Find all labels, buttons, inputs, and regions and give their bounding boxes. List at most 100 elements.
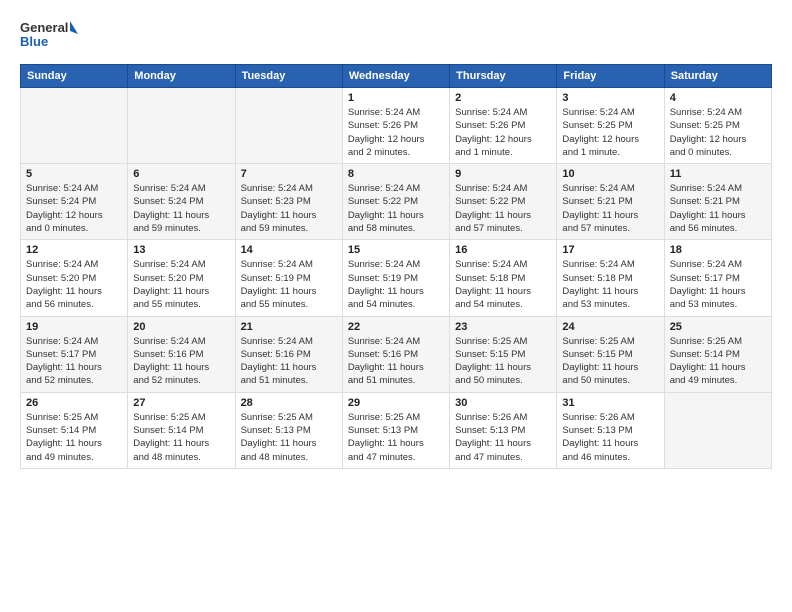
calendar-cell: 29 Sunrise: 5:25 AM Sunset: 5:13 PM Dayli… — [342, 392, 449, 468]
day-number: 13 — [133, 244, 229, 256]
day-info: Sunrise: 5:24 AM Sunset: 5:23 PM Dayligh… — [241, 182, 337, 235]
day-info: Sunrise: 5:25 AM Sunset: 5:14 PM Dayligh… — [670, 335, 766, 388]
calendar-cell: 3 Sunrise: 5:24 AM Sunset: 5:25 PM Daylig… — [557, 88, 664, 164]
day-info: Sunrise: 5:24 AM Sunset: 5:20 PM Dayligh… — [133, 258, 229, 311]
day-number: 21 — [241, 321, 337, 333]
calendar-cell: 26Sunrise: 5:25 AM Sunset: 5:14 PM Dayli… — [21, 392, 128, 468]
day-number: 15 — [348, 244, 444, 256]
day-info: Sunrise: 5:26 AM Sunset: 5:13 PM Dayligh… — [562, 411, 658, 464]
day-info: Sunrise: 5:26 AM Sunset: 5:13 PM Dayligh… — [455, 411, 551, 464]
day-info: Sunrise: 5:24 AM Sunset: 5:17 PM Dayligh… — [26, 335, 122, 388]
calendar-cell: 8Sunrise: 5:24 AM Sunset: 5:22 PM Daylig… — [342, 164, 449, 240]
weekday-header-monday: Monday — [128, 65, 235, 88]
calendar-cell: 24Sunrise: 5:25 AM Sunset: 5:15 PM Dayli… — [557, 316, 664, 392]
calendar-week-row: 12 Sunrise: 5:24 AM Sunset: 5:20 PM Dayli… — [21, 240, 772, 316]
calendar-cell: 15 Sunrise: 5:24 AM Sunset: 5:19 PM Dayli… — [342, 240, 449, 316]
day-number: 19 — [26, 321, 122, 333]
weekday-header-wednesday: Wednesday — [342, 65, 449, 88]
svg-text:Blue: Blue — [20, 34, 48, 49]
day-number: 17 — [562, 244, 658, 256]
day-number: 3 — [562, 92, 658, 104]
day-info: Sunrise: 5:24 AM Sunset: 5:17 PM Dayligh… — [670, 258, 766, 311]
day-number: 11 — [670, 168, 766, 180]
day-info: Sunrise: 5:25 AM Sunset: 5:13 PM Dayligh… — [241, 411, 337, 464]
day-info: Sunrise: 5:24 AM Sunset: 5:24 PM Dayligh… — [26, 182, 122, 235]
day-number: 4 — [670, 92, 766, 104]
weekday-header-tuesday: Tuesday — [235, 65, 342, 88]
day-number: 5 — [26, 168, 122, 180]
day-info: Sunrise: 5:24 AM Sunset: 5:25 PM Dayligh… — [670, 106, 766, 159]
day-info: Sunrise: 5:24 AM Sunset: 5:24 PM Dayligh… — [133, 182, 229, 235]
day-number: 12 — [26, 244, 122, 256]
day-number: 31 — [562, 397, 658, 409]
calendar-cell: 31 Sunrise: 5:26 AM Sunset: 5:13 PM Dayli… — [557, 392, 664, 468]
day-number: 26 — [26, 397, 122, 409]
day-info: Sunrise: 5:24 AM Sunset: 5:19 PM Dayligh… — [241, 258, 337, 311]
calendar-cell: 7 Sunrise: 5:24 AM Sunset: 5:23 PM Daylig… — [235, 164, 342, 240]
calendar-week-row: 26 Sunrise: 5:25 AM Sunset: 5:14 PM Dayli… — [21, 392, 772, 468]
day-info: Sunrise: 5:24 AM Sunset: 5:21 PM Dayligh… — [670, 182, 766, 235]
day-info: Sunrise: 5:24 AM Sunset: 5:26 PM Dayligh… — [455, 106, 551, 159]
logo: GeneralBlue — [20, 16, 80, 52]
calendar-cell: 27Sunrise: 5:25 AM Sunset: 5:14 PM Dayli… — [128, 392, 235, 468]
day-number: 16 — [455, 244, 551, 256]
day-info: Sunrise: 5:25 AM Sunset: 5:15 PM Dayligh… — [562, 335, 658, 388]
weekday-header-sunday: Sunday — [21, 65, 128, 88]
day-info: Sunrise: 5:24 AM Sunset: 5:16 PM Dayligh… — [133, 335, 229, 388]
calendar-cell — [21, 88, 128, 164]
weekday-header-row: SundayMondayTuesdayWednesdayThursdayFrid… — [21, 65, 772, 88]
day-info: Sunrise: 5:24 AM Sunset: 5:21 PM Dayligh… — [562, 182, 658, 235]
page: GeneralBlue SundayMondayTuesdayWednesday… — [0, 0, 792, 612]
day-info: Sunrise: 5:24 AM Sunset: 5:18 PM Dayligh… — [455, 258, 551, 311]
day-number: 22 — [348, 321, 444, 333]
calendar-cell: 12 Sunrise: 5:24 AM Sunset: 5:20 PM Dayli… — [21, 240, 128, 316]
day-info: Sunrise: 5:25 AM Sunset: 5:14 PM Dayligh… — [133, 411, 229, 464]
calendar-cell: 16 Sunrise: 5:24 AM Sunset: 5:18 PM Dayli… — [450, 240, 557, 316]
day-number: 9 — [455, 168, 551, 180]
weekday-header-saturday: Saturday — [664, 65, 771, 88]
day-number: 10 — [562, 168, 658, 180]
calendar-cell: 22Sunrise: 5:24 AM Sunset: 5:16 PM Dayli… — [342, 316, 449, 392]
calendar-cell: 25 Sunrise: 5:25 AM Sunset: 5:14 PM Dayli… — [664, 316, 771, 392]
calendar-cell: 10 Sunrise: 5:24 AM Sunset: 5:21 PM Dayli… — [557, 164, 664, 240]
day-number: 28 — [241, 397, 337, 409]
day-info: Sunrise: 5:24 AM Sunset: 5:19 PM Dayligh… — [348, 258, 444, 311]
calendar-cell: 18Sunrise: 5:24 AM Sunset: 5:17 PM Dayli… — [664, 240, 771, 316]
day-number: 7 — [241, 168, 337, 180]
calendar-cell: 20 Sunrise: 5:24 AM Sunset: 5:16 PM Dayli… — [128, 316, 235, 392]
calendar-cell: 5 Sunrise: 5:24 AM Sunset: 5:24 PM Daylig… — [21, 164, 128, 240]
svg-text:General: General — [20, 20, 68, 35]
day-info: Sunrise: 5:24 AM Sunset: 5:20 PM Dayligh… — [26, 258, 122, 311]
logo-svg: GeneralBlue — [20, 16, 80, 52]
header: GeneralBlue — [20, 16, 772, 52]
calendar-cell: 9 Sunrise: 5:24 AM Sunset: 5:22 PM Daylig… — [450, 164, 557, 240]
day-info: Sunrise: 5:24 AM Sunset: 5:18 PM Dayligh… — [562, 258, 658, 311]
calendar-cell: 19 Sunrise: 5:24 AM Sunset: 5:17 PM Dayli… — [21, 316, 128, 392]
calendar-cell: 23 Sunrise: 5:25 AM Sunset: 5:15 PM Dayli… — [450, 316, 557, 392]
calendar-cell: 2 Sunrise: 5:24 AM Sunset: 5:26 PM Daylig… — [450, 88, 557, 164]
day-info: Sunrise: 5:24 AM Sunset: 5:22 PM Dayligh… — [348, 182, 444, 235]
calendar-cell — [235, 88, 342, 164]
day-info: Sunrise: 5:25 AM Sunset: 5:15 PM Dayligh… — [455, 335, 551, 388]
weekday-header-thursday: Thursday — [450, 65, 557, 88]
day-number: 25 — [670, 321, 766, 333]
calendar-cell: 14Sunrise: 5:24 AM Sunset: 5:19 PM Dayli… — [235, 240, 342, 316]
day-info: Sunrise: 5:25 AM Sunset: 5:13 PM Dayligh… — [348, 411, 444, 464]
calendar-cell: 30Sunrise: 5:26 AM Sunset: 5:13 PM Dayli… — [450, 392, 557, 468]
calendar-cell: 11 Sunrise: 5:24 AM Sunset: 5:21 PM Dayli… — [664, 164, 771, 240]
day-number: 2 — [455, 92, 551, 104]
calendar-cell: 21 Sunrise: 5:24 AM Sunset: 5:16 PM Dayli… — [235, 316, 342, 392]
day-info: Sunrise: 5:24 AM Sunset: 5:16 PM Dayligh… — [241, 335, 337, 388]
day-info: Sunrise: 5:24 AM Sunset: 5:22 PM Dayligh… — [455, 182, 551, 235]
day-info: Sunrise: 5:24 AM Sunset: 5:26 PM Dayligh… — [348, 106, 444, 159]
calendar-cell — [128, 88, 235, 164]
calendar-cell: 4 Sunrise: 5:24 AM Sunset: 5:25 PM Daylig… — [664, 88, 771, 164]
calendar-table: SundayMondayTuesdayWednesdayThursdayFrid… — [20, 64, 772, 469]
day-info: Sunrise: 5:24 AM Sunset: 5:25 PM Dayligh… — [562, 106, 658, 159]
calendar-week-row: 1Sunrise: 5:24 AM Sunset: 5:26 PM Daylig… — [21, 88, 772, 164]
day-number: 29 — [348, 397, 444, 409]
day-number: 23 — [455, 321, 551, 333]
weekday-header-friday: Friday — [557, 65, 664, 88]
day-number: 20 — [133, 321, 229, 333]
calendar-week-row: 19 Sunrise: 5:24 AM Sunset: 5:17 PM Dayli… — [21, 316, 772, 392]
